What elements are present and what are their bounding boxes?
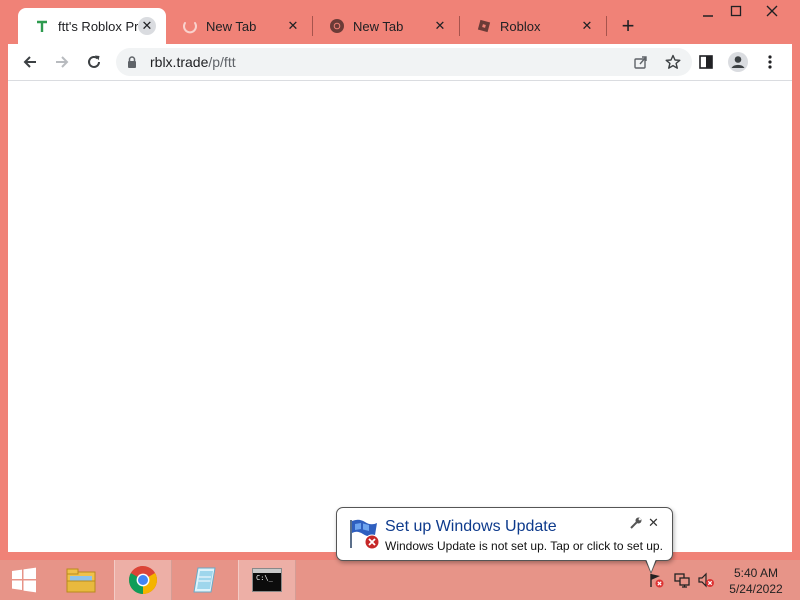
close-tab-icon[interactable]: ✕ [431,17,449,35]
taskbar: C:\_ [0,560,800,600]
notification-close-button[interactable]: ✕ [648,515,659,531]
clock-time: 5:40 AM [733,566,779,580]
trade-t-icon [34,18,50,34]
loading-spinner-icon [182,18,198,34]
page-content[interactable] [8,81,792,552]
lock-icon[interactable] [126,55,138,74]
network-icon[interactable] [674,572,690,588]
notification-message: Windows Update is not set up. Tap or cli… [385,539,663,553]
browser-window: ftt's Roblox Prof ✕ New Tab ✕ New Tab ✕ [0,0,800,560]
chrome-icon [329,18,345,34]
windows-logo-icon [12,567,36,593]
reload-icon [88,55,100,68]
close-tab-icon[interactable]: ✕ [578,17,596,35]
windows-update-notification[interactable]: Set up Windows Update Windows Update is … [336,507,673,561]
command-prompt-icon: C:\_ [252,568,282,592]
notepad-button[interactable] [180,560,230,600]
side-panel-icon [699,55,713,69]
bookmark-button[interactable] [662,51,684,73]
command-prompt-button[interactable]: C:\_ [238,560,296,600]
back-button[interactable] [15,47,45,77]
address-bar[interactable]: rblx.trade/p/ftt [116,48,692,76]
cmd-icon-label: C:\_ [256,574,273,582]
tab-new-tab-2[interactable]: New Tab ✕ [313,8,459,44]
url-text: rblx.trade/p/ftt [150,54,236,70]
clock-date: 5/24/2022 [729,582,783,596]
tab-separator [606,16,607,36]
browser-toolbar: rblx.trade/p/ftt [8,44,792,80]
close-tab-icon[interactable]: ✕ [138,17,156,35]
kebab-menu-icon [768,55,772,69]
share-button[interactable] [630,51,652,73]
tab-ftt-profile[interactable]: ftt's Roblox Prof ✕ [18,8,166,44]
volume-muted-icon[interactable] [698,572,714,588]
close-tab-icon[interactable]: ✕ [284,17,302,35]
notification-title: Set up Windows Update [385,518,557,535]
forward-arrow-icon [56,56,69,68]
reload-button[interactable] [79,47,109,77]
action-center-flag-icon[interactable] [648,572,664,588]
file-explorer-button[interactable] [56,560,106,600]
star-icon [665,54,681,69]
tab-strip: ftt's Roblox Prof ✕ New Tab ✕ New Tab ✕ [0,0,800,44]
tab-roblox[interactable]: Roblox ✕ [460,8,606,44]
url-path: /p/ftt [208,54,236,70]
chrome-taskbar-button[interactable] [114,560,172,600]
wrench-icon[interactable] [629,516,643,530]
tab-title: ftt's Roblox Prof [58,18,138,34]
windows-update-flag-icon [350,519,380,550]
tab-new-tab-1[interactable]: New Tab ✕ [166,8,312,44]
notepad-icon [193,567,216,593]
side-panel-button[interactable] [691,47,721,77]
tab-title: New Tab [206,18,257,34]
menu-button[interactable] [755,47,785,77]
new-tab-button[interactable]: + [614,12,642,40]
url-host: rblx.trade [150,54,209,70]
tab-title: Roblox [500,18,541,34]
chrome-icon [129,566,157,594]
tab-title: New Tab [353,18,404,34]
share-icon [634,56,647,69]
back-arrow-icon [23,56,36,68]
folder-icon [66,568,96,593]
taskbar-clock[interactable]: 5:40 AM 5/24/2022 [724,565,788,597]
balloon-tail-inner [646,559,656,572]
profile-avatar-icon [728,52,748,72]
forward-button[interactable] [47,47,77,77]
start-button[interactable] [0,560,48,600]
roblox-icon [476,18,492,34]
profile-button[interactable] [723,47,753,77]
